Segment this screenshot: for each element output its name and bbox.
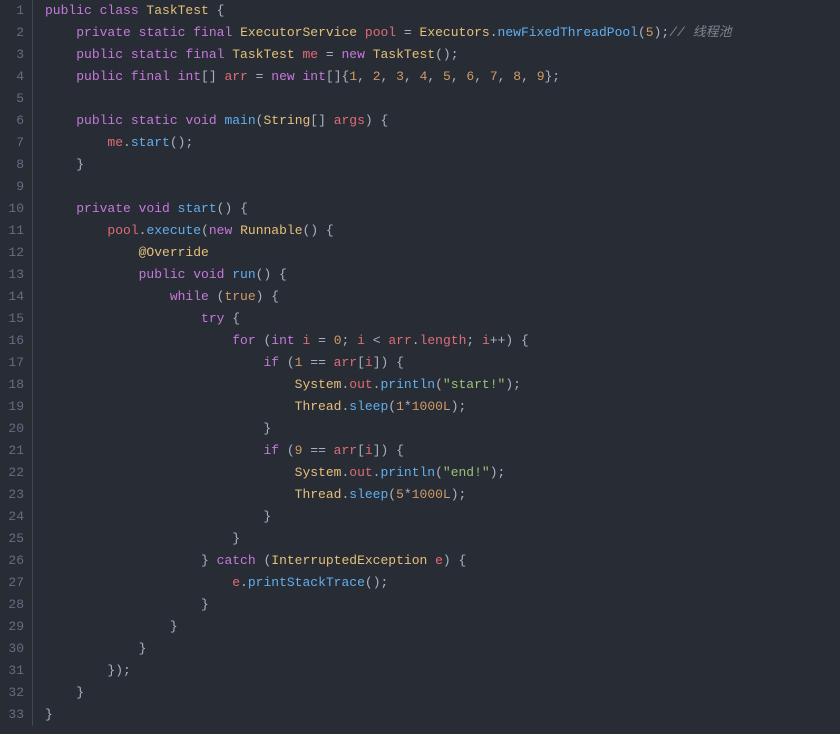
code-line: if (9 == arr[i]) { [45, 440, 732, 462]
code-line: }); [45, 660, 732, 682]
line-number: 32 [0, 682, 24, 704]
code-line: } [45, 704, 732, 726]
line-number: 20 [0, 418, 24, 440]
line-number: 7 [0, 132, 24, 154]
code-line: System.out.println("start!"); [45, 374, 732, 396]
code-line: Thread.sleep(1*1000L); [45, 396, 732, 418]
code-line [45, 88, 732, 110]
code-line: public static final TaskTest me = new Ta… [45, 44, 732, 66]
line-number: 1 [0, 0, 24, 22]
line-number: 3 [0, 44, 24, 66]
line-number: 23 [0, 484, 24, 506]
line-number: 9 [0, 176, 24, 198]
code-line: public final int[] arr = new int[]{1, 2,… [45, 66, 732, 88]
code-line: } [45, 638, 732, 660]
code-editor: 1234567891011121314151617181920212223242… [0, 0, 840, 726]
line-number: 22 [0, 462, 24, 484]
code-line: System.out.println("end!"); [45, 462, 732, 484]
code-line: private void start() { [45, 198, 732, 220]
line-number: 28 [0, 594, 24, 616]
code-line: @Override [45, 242, 732, 264]
line-number: 17 [0, 352, 24, 374]
line-number: 29 [0, 616, 24, 638]
line-number: 5 [0, 88, 24, 110]
code-line: me.start(); [45, 132, 732, 154]
code-line: if (1 == arr[i]) { [45, 352, 732, 374]
code-line: } [45, 506, 732, 528]
line-number: 15 [0, 308, 24, 330]
line-number: 18 [0, 374, 24, 396]
code-line: while (true) { [45, 286, 732, 308]
line-number: 4 [0, 66, 24, 88]
code-line: public void run() { [45, 264, 732, 286]
line-number: 10 [0, 198, 24, 220]
line-number: 30 [0, 638, 24, 660]
line-number: 14 [0, 286, 24, 308]
code-line: for (int i = 0; i < arr.length; i++) { [45, 330, 732, 352]
line-number-gutter: 1234567891011121314151617181920212223242… [0, 0, 33, 726]
line-number: 8 [0, 154, 24, 176]
code-line: pool.execute(new Runnable() { [45, 220, 732, 242]
code-line: public static void main(String[] args) { [45, 110, 732, 132]
code-line: e.printStackTrace(); [45, 572, 732, 594]
line-number: 25 [0, 528, 24, 550]
code-line: Thread.sleep(5*1000L); [45, 484, 732, 506]
line-number: 12 [0, 242, 24, 264]
line-number: 2 [0, 22, 24, 44]
line-number: 27 [0, 572, 24, 594]
code-line: } catch (InterruptedException e) { [45, 550, 732, 572]
code-line: try { [45, 308, 732, 330]
line-number: 31 [0, 660, 24, 682]
code-line: } [45, 528, 732, 550]
code-line: public class TaskTest { [45, 0, 732, 22]
line-number: 21 [0, 440, 24, 462]
line-number: 24 [0, 506, 24, 528]
code-line: } [45, 594, 732, 616]
line-number: 33 [0, 704, 24, 726]
line-number: 6 [0, 110, 24, 132]
code-line: } [45, 154, 732, 176]
line-number: 16 [0, 330, 24, 352]
code-line [45, 176, 732, 198]
code-content[interactable]: public class TaskTest { private static f… [33, 0, 732, 726]
line-number: 13 [0, 264, 24, 286]
line-number: 26 [0, 550, 24, 572]
code-line: } [45, 682, 732, 704]
code-line: private static final ExecutorService poo… [45, 22, 732, 44]
line-number: 19 [0, 396, 24, 418]
code-line: } [45, 418, 732, 440]
code-line: } [45, 616, 732, 638]
line-number: 11 [0, 220, 24, 242]
